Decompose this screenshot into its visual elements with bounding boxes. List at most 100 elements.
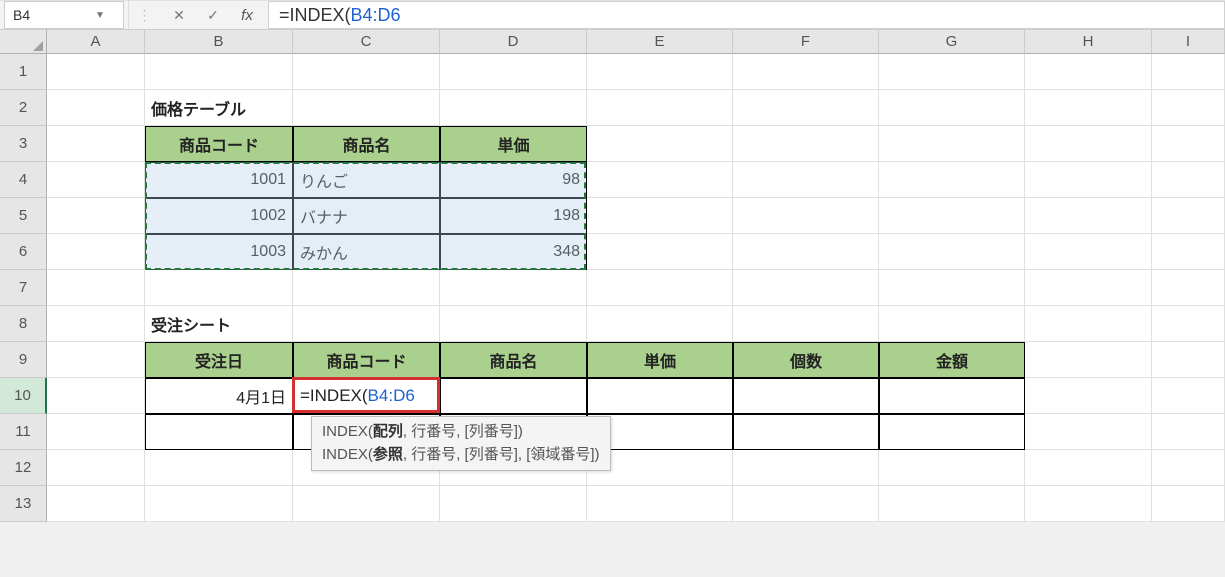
cell-B11[interactable] <box>145 414 293 450</box>
name-box-wrap[interactable]: ▼ <box>4 1 124 29</box>
cell-C2[interactable] <box>293 90 440 126</box>
spreadsheet-grid[interactable]: A B C D E F G H I 1 2 価格テーブル 3 <box>0 30 1225 522</box>
cell-E6[interactable] <box>587 234 733 270</box>
cell-F12[interactable] <box>733 450 879 486</box>
cell-C4[interactable]: りんご <box>293 162 440 198</box>
cell-I10[interactable] <box>1152 378 1225 414</box>
cell-H13[interactable] <box>1025 486 1152 522</box>
cell-D2[interactable] <box>440 90 587 126</box>
name-box[interactable] <box>5 2 95 28</box>
cell-E13[interactable] <box>587 486 733 522</box>
chevron-down-icon[interactable]: ▼ <box>95 10 105 21</box>
cell-C5[interactable]: バナナ <box>293 198 440 234</box>
cell-A3[interactable] <box>47 126 145 162</box>
formula-input[interactable]: =INDEX(B4:D6 <box>268 1 1225 29</box>
cell-G8[interactable] <box>879 306 1025 342</box>
row-header-12[interactable]: 12 <box>0 450 47 486</box>
cell-F13[interactable] <box>733 486 879 522</box>
cell-I2[interactable] <box>1152 90 1225 126</box>
cell-G7[interactable] <box>879 270 1025 306</box>
col-header-A[interactable]: A <box>47 30 145 54</box>
cell-H10[interactable] <box>1025 378 1152 414</box>
cell-B3[interactable]: 商品コード <box>145 126 293 162</box>
cell-G13[interactable] <box>879 486 1025 522</box>
cell-C9[interactable]: 商品コード <box>293 342 440 378</box>
cell-H12[interactable] <box>1025 450 1152 486</box>
cell-D7[interactable] <box>440 270 587 306</box>
row-header-10[interactable]: 10 <box>0 378 47 414</box>
row-header-3[interactable]: 3 <box>0 126 47 162</box>
row-header-1[interactable]: 1 <box>0 54 47 90</box>
cell-H2[interactable] <box>1025 90 1152 126</box>
cell-F8[interactable] <box>733 306 879 342</box>
cell-C8[interactable] <box>293 306 440 342</box>
cell-B2[interactable]: 価格テーブル <box>145 90 293 126</box>
cell-F3[interactable] <box>733 126 879 162</box>
cell-F4[interactable] <box>733 162 879 198</box>
cell-B12[interactable] <box>145 450 293 486</box>
cell-I13[interactable] <box>1152 486 1225 522</box>
cell-H4[interactable] <box>1025 162 1152 198</box>
cell-I12[interactable] <box>1152 450 1225 486</box>
row-header-9[interactable]: 9 <box>0 342 47 378</box>
cell-H7[interactable] <box>1025 270 1152 306</box>
cell-E1[interactable] <box>587 54 733 90</box>
cell-F7[interactable] <box>733 270 879 306</box>
col-header-G[interactable]: G <box>879 30 1025 54</box>
cell-H8[interactable] <box>1025 306 1152 342</box>
cell-I7[interactable] <box>1152 270 1225 306</box>
cell-E7[interactable] <box>587 270 733 306</box>
cell-B5[interactable]: 1002 <box>145 198 293 234</box>
cell-E3[interactable] <box>587 126 733 162</box>
cell-G4[interactable] <box>879 162 1025 198</box>
cell-A8[interactable] <box>47 306 145 342</box>
row-header-6[interactable]: 6 <box>0 234 47 270</box>
cell-C13[interactable] <box>293 486 440 522</box>
cell-G9[interactable]: 金額 <box>879 342 1025 378</box>
cell-A5[interactable] <box>47 198 145 234</box>
cell-E5[interactable] <box>587 198 733 234</box>
row-header-4[interactable]: 4 <box>0 162 47 198</box>
cell-A1[interactable] <box>47 54 145 90</box>
cell-B7[interactable] <box>145 270 293 306</box>
row-header-11[interactable]: 11 <box>0 414 47 450</box>
fx-button[interactable]: fx <box>230 1 264 29</box>
cell-E8[interactable] <box>587 306 733 342</box>
cell-B13[interactable] <box>145 486 293 522</box>
cell-G11[interactable] <box>879 414 1025 450</box>
cell-A10[interactable] <box>47 378 145 414</box>
cell-A12[interactable] <box>47 450 145 486</box>
cell-D9[interactable]: 商品名 <box>440 342 587 378</box>
col-header-C[interactable]: C <box>293 30 440 54</box>
cell-B10[interactable]: 4月1日 <box>145 378 293 414</box>
col-header-I[interactable]: I <box>1152 30 1225 54</box>
row-header-8[interactable]: 8 <box>0 306 47 342</box>
cell-A6[interactable] <box>47 234 145 270</box>
cell-F2[interactable] <box>733 90 879 126</box>
cell-E9[interactable]: 単価 <box>587 342 733 378</box>
cell-B4[interactable]: 1001 <box>145 162 293 198</box>
cell-D3[interactable]: 単価 <box>440 126 587 162</box>
cell-G6[interactable] <box>879 234 1025 270</box>
cell-F9[interactable]: 個数 <box>733 342 879 378</box>
cell-A7[interactable] <box>47 270 145 306</box>
cell-I4[interactable] <box>1152 162 1225 198</box>
cell-I8[interactable] <box>1152 306 1225 342</box>
cell-I9[interactable] <box>1152 342 1225 378</box>
col-header-F[interactable]: F <box>733 30 879 54</box>
cell-B1[interactable] <box>145 54 293 90</box>
cell-G12[interactable] <box>879 450 1025 486</box>
cell-A4[interactable] <box>47 162 145 198</box>
cell-I3[interactable] <box>1152 126 1225 162</box>
row-header-2[interactable]: 2 <box>0 90 47 126</box>
select-all-corner[interactable] <box>0 30 47 54</box>
row-header-5[interactable]: 5 <box>0 198 47 234</box>
cell-G2[interactable] <box>879 90 1025 126</box>
row-header-13[interactable]: 13 <box>0 486 47 522</box>
cell-F6[interactable] <box>733 234 879 270</box>
cell-F1[interactable] <box>733 54 879 90</box>
cell-C7[interactable] <box>293 270 440 306</box>
cell-I6[interactable] <box>1152 234 1225 270</box>
cell-D6[interactable]: 348 <box>440 234 587 270</box>
cell-D5[interactable]: 198 <box>440 198 587 234</box>
